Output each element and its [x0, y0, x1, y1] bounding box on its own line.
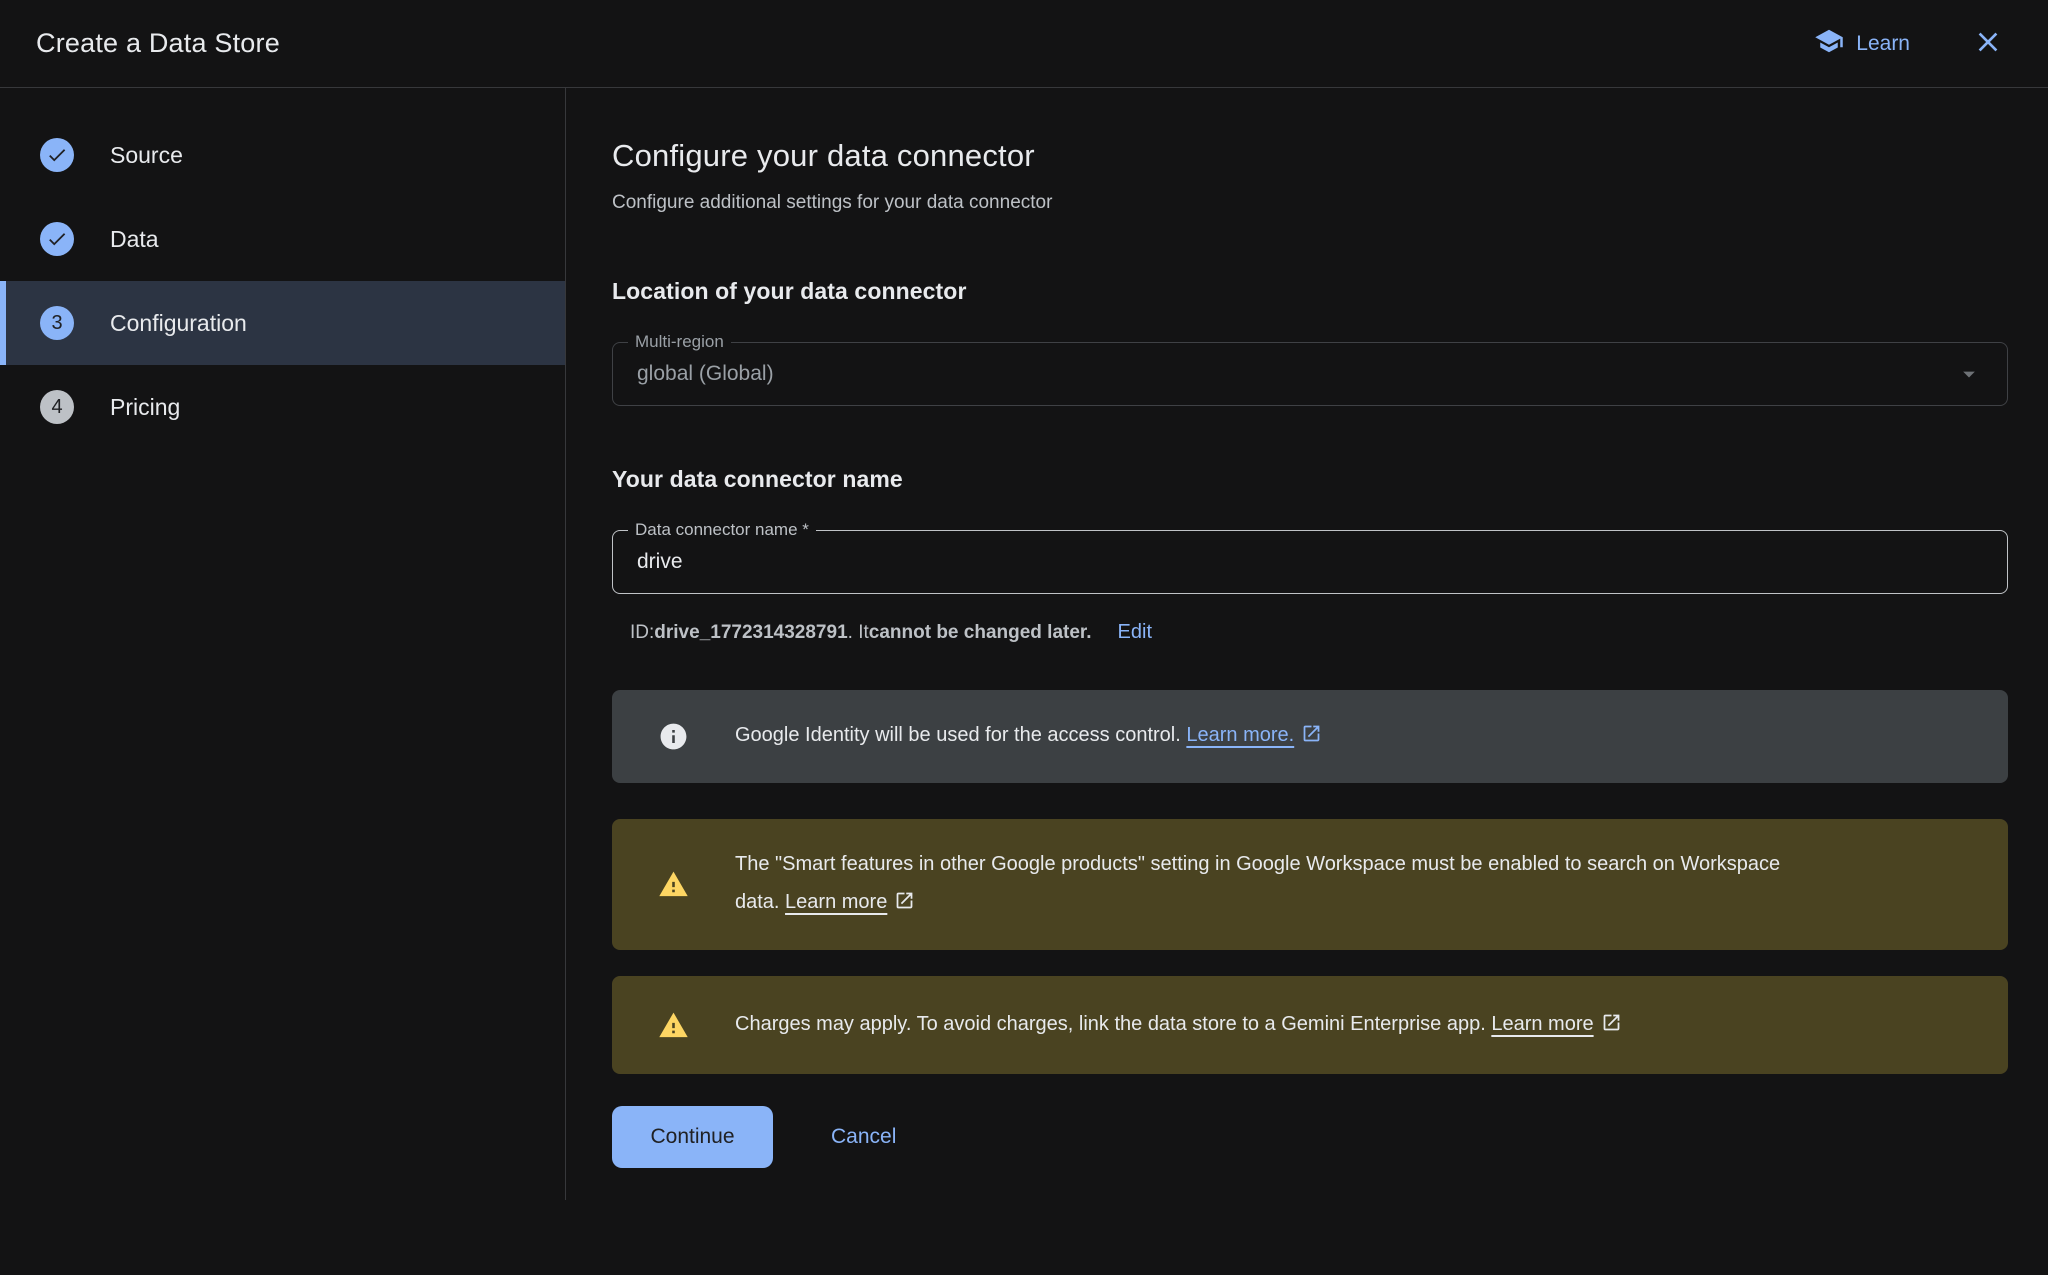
- info-learn-more-link[interactable]: Learn more.: [1186, 724, 1294, 746]
- continue-button[interactable]: Continue: [612, 1106, 773, 1168]
- cancel-button[interactable]: Cancel: [813, 1115, 914, 1159]
- name-section-heading: Your data connector name: [612, 466, 2008, 493]
- close-icon: [1972, 26, 2004, 61]
- data-connector-name-input[interactable]: [637, 550, 1983, 574]
- dialog-body: Source Data 3 Configuration 4 Pricing Co…: [0, 88, 2048, 1200]
- create-data-store-dialog: Create a Data Store Learn Source: [0, 0, 2048, 1200]
- external-link-icon: [1601, 1008, 1622, 1046]
- multi-region-selected-value: global (Global): [637, 362, 774, 386]
- step-data[interactable]: Data: [0, 197, 565, 281]
- edit-id-link[interactable]: Edit: [1118, 621, 1152, 644]
- check-icon: [40, 222, 74, 256]
- page-title: Configure your data connector: [612, 138, 2008, 174]
- workspace-warning-message: The "Smart features in other Google prod…: [735, 853, 1780, 913]
- connector-id-row: ID: drive_1772314328791. It cannot be ch…: [630, 621, 2008, 644]
- check-icon: [40, 138, 74, 172]
- charges-learn-more-link[interactable]: Learn more: [1491, 1013, 1593, 1035]
- workspace-warning-text: The "Smart features in other Google prod…: [735, 845, 1795, 924]
- external-link-icon: [1301, 719, 1322, 757]
- warning-icon: [658, 869, 689, 900]
- id-prefix: ID:: [630, 622, 654, 644]
- info-banner: Google Identity will be used for the acc…: [612, 690, 2008, 783]
- step-number-badge: 4: [40, 390, 74, 424]
- step-data-label: Data: [110, 226, 159, 253]
- multi-region-field-label: Multi-region: [628, 332, 731, 352]
- external-link-icon: [894, 886, 915, 924]
- step-number-badge: 3: [40, 306, 74, 340]
- id-mid-text: . It: [848, 622, 869, 644]
- learn-link[interactable]: Learn: [1814, 26, 1910, 62]
- step-source[interactable]: Source: [0, 113, 565, 197]
- info-banner-message: Google Identity will be used for the acc…: [735, 724, 1186, 746]
- info-icon: [658, 721, 689, 752]
- data-connector-name-label: Data connector name *: [628, 520, 816, 540]
- action-buttons: Continue Cancel: [612, 1106, 2008, 1168]
- step-source-label: Source: [110, 142, 183, 169]
- close-button[interactable]: [1968, 22, 2008, 65]
- charges-warning-message: Charges may apply. To avoid charges, lin…: [735, 1013, 1491, 1035]
- stepper-sidebar: Source Data 3 Configuration 4 Pricing: [0, 88, 566, 1200]
- step-configuration-label: Configuration: [110, 310, 247, 337]
- warning-icon: [658, 1010, 689, 1041]
- step-pricing[interactable]: 4 Pricing: [0, 365, 565, 449]
- id-note-bold: cannot be changed later.: [869, 622, 1092, 644]
- data-connector-name-field[interactable]: Data connector name *: [612, 530, 2008, 594]
- charges-warning-text: Charges may apply. To avoid charges, lin…: [735, 1005, 1622, 1046]
- info-banner-text: Google Identity will be used for the acc…: [735, 716, 1322, 757]
- configuration-panel: Configure your data connector Configure …: [566, 88, 2048, 1200]
- step-pricing-label: Pricing: [110, 394, 180, 421]
- dropdown-arrow-icon: [1955, 360, 1983, 388]
- page-subtitle: Configure additional settings for your d…: [612, 192, 2008, 214]
- step-configuration[interactable]: 3 Configuration: [0, 281, 565, 365]
- workspace-warning-banner: The "Smart features in other Google prod…: [612, 819, 2008, 950]
- header-actions: Learn: [1814, 22, 2008, 65]
- location-section-heading: Location of your data connector: [612, 278, 2008, 305]
- charges-warning-banner: Charges may apply. To avoid charges, lin…: [612, 976, 2008, 1074]
- dialog-header: Create a Data Store Learn: [0, 0, 2048, 88]
- dialog-title: Create a Data Store: [36, 28, 280, 59]
- workspace-learn-more-link[interactable]: Learn more: [785, 891, 887, 913]
- multi-region-select: Multi-region global (Global): [612, 342, 2008, 406]
- connector-id-value: drive_1772314328791: [654, 622, 847, 644]
- graduation-cap-icon: [1814, 26, 1844, 62]
- learn-link-label: Learn: [1856, 32, 1910, 56]
